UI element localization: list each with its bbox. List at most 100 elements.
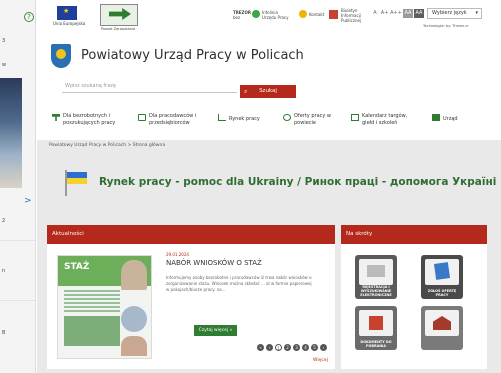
adjacent-text: B — [2, 330, 6, 336]
news-header: Aktualności — [47, 225, 335, 244]
tile-label: REJESTRACJA I WYSZUKIWANIE ELEKTRONICZNE — [360, 285, 392, 297]
font-size-large-button[interactable]: A++ — [390, 9, 402, 18]
read-more-button[interactable]: Czytaj więcej » — [194, 325, 237, 336]
adjacent-text: w — [2, 62, 7, 68]
adjacent-text: n — [2, 268, 6, 274]
flag-yellow — [67, 178, 87, 184]
search-icon: ⌕ — [244, 88, 248, 95]
question-circle-icon[interactable]: ? — [24, 12, 34, 22]
calendar-icon — [351, 114, 359, 121]
chevron-down-icon: ▾ — [475, 10, 478, 16]
news-date: 29.01.2024 — [166, 252, 189, 257]
font-size-medium-button[interactable]: A+ — [380, 9, 389, 18]
shortcut-documents[interactable]: DOKUMENTY DO POBRANIA — [355, 306, 397, 350]
eu-caption: Unia Europejska — [53, 21, 86, 26]
language-select[interactable]: Wybierz język ▾ — [427, 8, 482, 19]
pup-website: Unia Europejska Powiat Zarządzania TREZO… — [37, 0, 501, 373]
pager-prev-button[interactable]: ‹ — [266, 344, 273, 351]
kontakt-link[interactable]: Kontakt — [309, 12, 324, 17]
nav-label: Kalendarz targów, — [362, 113, 408, 119]
adjacent-window: ? 3 w > 2 n B — [0, 0, 36, 373]
high-contrast-button[interactable]: AA — [414, 9, 424, 18]
form-icon — [433, 262, 451, 280]
nav-item-urzad[interactable]: Urząd — [443, 116, 458, 123]
pager-page-button[interactable]: 1 — [275, 344, 282, 351]
document-icon — [367, 265, 385, 277]
divider — [0, 300, 35, 301]
nav-label: poszukujących pracy — [63, 120, 116, 126]
signpost-icon — [52, 114, 60, 121]
adjacent-photo — [0, 78, 22, 188]
pager-first-button[interactable]: « — [257, 344, 264, 351]
tile-label: DOKUMENTY DO POBRANIA — [360, 340, 392, 348]
ukraine-help-banner[interactable]: Rynek pracy - pomoc dla Ukrainy / Ринок … — [99, 176, 496, 188]
chart-icon — [218, 114, 226, 121]
poster-person — [121, 260, 147, 290]
divider — [0, 240, 35, 241]
pager-next-button[interactable]: › — [320, 344, 327, 351]
contrast-button[interactable]: AA — [403, 9, 413, 18]
tech-line: Technologia: by: Theme.cr — [423, 24, 469, 28]
pz-caption: Powiat Zarządzania — [101, 27, 136, 31]
pager-page-button[interactable]: 4 — [302, 344, 309, 351]
shortcut-office[interactable] — [421, 306, 463, 350]
shortcut-registration[interactable]: REJESTRACJA I WYSZUKIWANIE ELEKTRONICZNE — [355, 255, 397, 299]
news-title[interactable]: NABÓR WNIOSKÓW O STAŻ — [166, 259, 262, 267]
site-title[interactable]: Powiatowy Urząd Pracy w Policach — [81, 48, 304, 63]
trezor-sub: bez — [233, 15, 241, 20]
browser-viewport: ? 3 w > 2 n B Unia Europejska Powiat Zar… — [0, 0, 501, 373]
nav-item-bezrobotni[interactable]: Dla bezrobotnych i poszukujących pracy — [63, 113, 115, 127]
top-bar: Unia Europejska Powiat Zarządzania TREZO… — [37, 0, 501, 34]
search-button-label: Szukaj — [259, 88, 277, 94]
news-poster-image[interactable]: STAŻ — [57, 255, 152, 359]
shortcuts-header: Na skróty — [341, 225, 487, 244]
infolinia-sub: Urzędu Pracy — [262, 15, 289, 20]
news-body: Informujemy osoby bezrobotne i pracodawc… — [166, 275, 312, 292]
nav-item-pracodawcy[interactable]: Dla pracodawców i przedsiębiorców — [149, 113, 196, 127]
poster-box — [64, 316, 120, 346]
pager-page-button[interactable]: 5 — [311, 344, 318, 351]
adjacent-text: 3 — [2, 38, 6, 44]
pup-logo[interactable] — [51, 44, 71, 68]
phone-icon — [252, 10, 260, 18]
poster-title: STAŻ — [64, 262, 90, 272]
bip-line: Publicznej — [341, 18, 362, 23]
search-button[interactable]: ⌕ Szukaj — [240, 85, 296, 98]
poster-person — [121, 306, 147, 332]
adjacent-text: 2 — [2, 218, 6, 224]
bip-link[interactable]: Biuletyn Informacji Publicznej — [341, 8, 361, 23]
nav-label: giełd i szkoleń — [362, 120, 398, 126]
nav-label: Dla bezrobotnych i — [63, 113, 110, 119]
tile-label: ZGŁOŚ OFERTĘ PRACY — [427, 289, 457, 297]
download-icon — [369, 316, 383, 330]
pz-logo[interactable] — [100, 4, 138, 26]
nav-label: powiecie — [294, 120, 317, 126]
nav-label: Dla pracodawców i — [149, 113, 197, 119]
chevron-right-icon[interactable]: > — [24, 196, 32, 206]
magnifier-icon — [283, 114, 291, 121]
breadcrumb[interactable]: Powiatowy Urząd Pracy w Policach > Stron… — [49, 143, 165, 148]
arrow-logo-icon — [109, 8, 131, 20]
eu-flag-logo[interactable] — [57, 6, 77, 20]
infolinia-link[interactable]: Infolinia Urzędu Pracy — [262, 10, 288, 20]
poster-person — [121, 336, 147, 356]
pager-page-button[interactable]: 2 — [284, 344, 291, 351]
nav-item-rynek-pracy[interactable]: Rynek pracy — [229, 116, 260, 123]
handset-icon — [299, 10, 307, 18]
nav-label: przedsiębiorców — [149, 120, 190, 126]
nav-label: Rynek pracy — [229, 116, 260, 122]
poster-lines — [64, 290, 120, 312]
nav-item-oferty-pracy[interactable]: Oferty pracy w powiecie — [294, 113, 331, 127]
nav-label: Oferty pracy w — [294, 113, 332, 119]
more-news-link[interactable]: Więcej — [313, 358, 328, 363]
nav-item-kalendarz[interactable]: Kalendarz targów, giełd i szkoleń — [362, 113, 407, 127]
language-label: Wybierz język — [432, 10, 467, 16]
ukraine-flag-icon — [65, 170, 87, 196]
briefcase-icon — [138, 114, 146, 121]
trezor-link[interactable]: TREZOR bez — [233, 10, 251, 20]
shortcut-job-offer[interactable]: ZGŁOŚ OFERTĘ PRACY — [421, 255, 463, 299]
font-size-small-button[interactable]: A — [371, 9, 379, 18]
nav-label: Urząd — [443, 116, 458, 122]
pager-page-button[interactable]: 3 — [293, 344, 300, 351]
search-input[interactable]: Wpisz szukaną frazę — [62, 79, 237, 93]
